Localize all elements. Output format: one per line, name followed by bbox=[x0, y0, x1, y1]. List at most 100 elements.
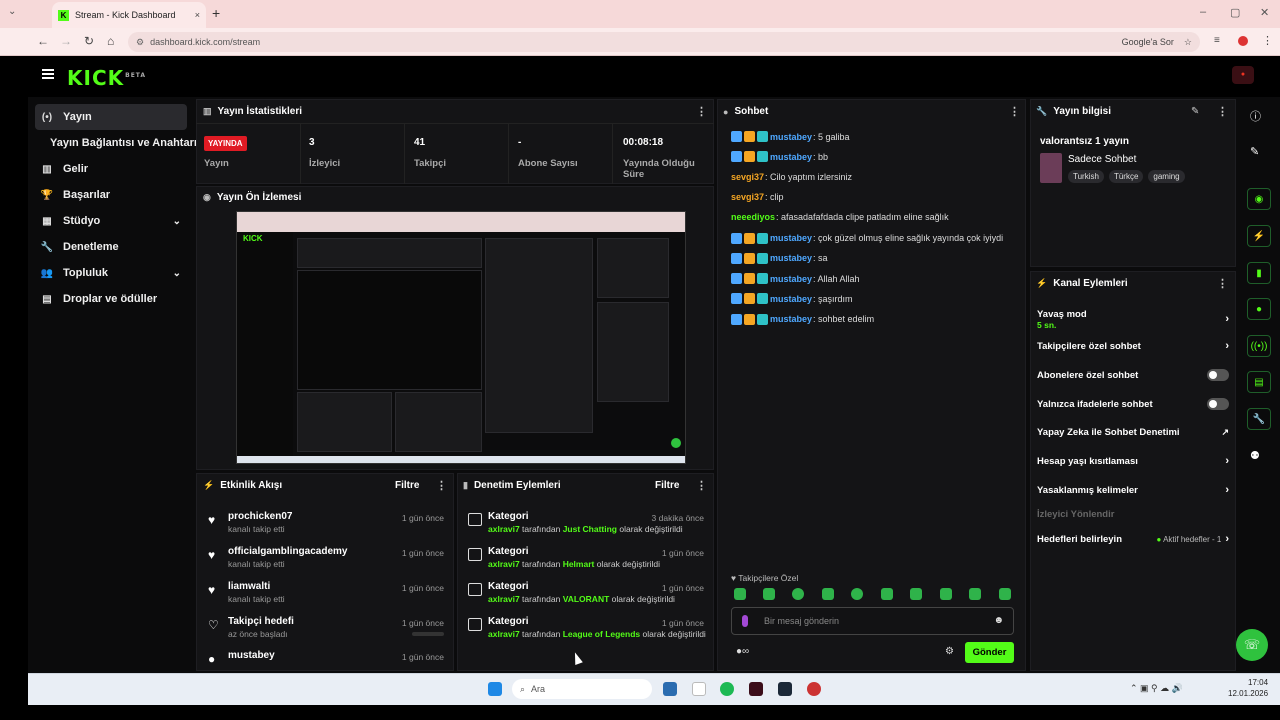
emote-icon[interactable] bbox=[734, 588, 746, 600]
close-window-button[interactable]: ✕ bbox=[1260, 6, 1269, 19]
windows-start-icon[interactable] bbox=[488, 682, 502, 696]
stats-toggle-icon[interactable]: ▤ bbox=[1247, 371, 1271, 393]
wrench-toggle-icon[interactable]: 🔧 bbox=[1247, 408, 1271, 430]
taskbar-clock[interactable]: 17:04 12.01.2026 bbox=[1228, 677, 1268, 699]
emote-icon[interactable] bbox=[940, 588, 952, 600]
emote-icon[interactable] bbox=[851, 588, 863, 600]
subs-chat-toggle[interactable] bbox=[1207, 369, 1229, 381]
chat-users-icon[interactable]: ●∞ bbox=[736, 646, 749, 657]
home-button[interactable]: ⌂ bbox=[107, 34, 114, 48]
chat-username[interactable]: mustabey bbox=[770, 152, 812, 162]
emote-icon[interactable] bbox=[881, 588, 893, 600]
stream-info-title: 🔧 Yayın bilgisi bbox=[1036, 106, 1111, 117]
chat-username[interactable]: neeediyos bbox=[731, 212, 775, 222]
kick-logo[interactable]: KICKBETA bbox=[67, 66, 146, 90]
steam-icon[interactable] bbox=[778, 682, 792, 696]
document-toggle-icon[interactable]: ▮ bbox=[1247, 262, 1271, 284]
sidebar-item-basarilar[interactable]: 🏆 Başarılar bbox=[35, 182, 187, 208]
stream-info-menu-icon[interactable]: ⋮ bbox=[1217, 105, 1228, 118]
back-button[interactable]: ← bbox=[37, 34, 49, 48]
chat-message-input[interactable]: Bir mesaj gönderin ☻ bbox=[731, 607, 1014, 635]
site-info-icon[interactable]: ⚙ bbox=[136, 37, 144, 48]
sidebar-item-droplar[interactable]: ▤ Droplar ve ödüller bbox=[35, 286, 187, 312]
sidebar-item-topluluk[interactable]: 👥 Topluluk ⌄ bbox=[35, 260, 187, 286]
chat-settings-gear-icon[interactable]: ⚙ bbox=[945, 646, 954, 657]
chat-username[interactable]: mustabey bbox=[770, 274, 812, 284]
chevron-down-icon[interactable]: ⌄ bbox=[173, 216, 181, 227]
tab-close-icon[interactable]: × bbox=[195, 10, 200, 20]
slow-mode-row[interactable]: Yavaş mod 5 sn. › bbox=[1037, 307, 1229, 331]
activity-menu-icon[interactable]: ⋮ bbox=[436, 479, 447, 492]
emoji-icon[interactable]: ☻ bbox=[993, 615, 1004, 626]
info-icon[interactable]: ⓘ bbox=[1250, 108, 1261, 124]
chat-username[interactable]: sevgi37 bbox=[731, 192, 764, 202]
profile-icon[interactable] bbox=[1238, 36, 1248, 46]
stream-preview-video[interactable]: KICK bbox=[236, 211, 686, 464]
emote-icon[interactable] bbox=[822, 588, 834, 600]
chat-username[interactable]: mustabey bbox=[770, 294, 812, 304]
chat-username[interactable]: mustabey bbox=[770, 253, 812, 263]
spotify-icon[interactable] bbox=[720, 682, 734, 696]
banned-words-row[interactable]: Yasaklanmış kelimeler › bbox=[1037, 484, 1229, 496]
chat-toggle-icon[interactable]: ● bbox=[1247, 298, 1271, 320]
url-field[interactable]: ⚙ dashboard.kick.com/stream Google'a Sor… bbox=[128, 32, 1200, 52]
extensions-icon[interactable]: ≡ bbox=[1214, 35, 1220, 46]
community-icon[interactable]: ⚉ bbox=[1250, 449, 1260, 462]
sidebar-item-gelir[interactable]: ▥ Gelir bbox=[35, 156, 187, 182]
ai-moderation-row[interactable]: Yapay Zeka ile Sohbet Denetimi ↗ bbox=[1037, 427, 1229, 438]
chat-username[interactable]: sevgi37 bbox=[731, 172, 764, 182]
emote-icon[interactable] bbox=[763, 588, 775, 600]
file-explorer-icon[interactable] bbox=[663, 682, 677, 696]
age-restriction-row[interactable]: Hesap yaşı kısıtlaması › bbox=[1037, 455, 1229, 467]
chat-menu-icon[interactable]: ⋮ bbox=[1009, 105, 1020, 118]
user-avatar[interactable]: ● bbox=[1232, 66, 1254, 84]
mod-category: Helmart bbox=[562, 559, 595, 569]
browser-icon[interactable] bbox=[807, 682, 821, 696]
browser-menu-icon[interactable]: ⋮ bbox=[1262, 34, 1273, 47]
emote-icon[interactable] bbox=[999, 588, 1011, 600]
moderation-menu-icon[interactable]: ⋮ bbox=[696, 479, 707, 492]
emote-icon[interactable] bbox=[792, 588, 804, 600]
google-ask-button[interactable]: Google'a Sor bbox=[1122, 37, 1174, 47]
new-tab-button[interactable]: + bbox=[212, 5, 220, 21]
moderation-filter-button[interactable]: Filtre bbox=[655, 480, 679, 491]
chat-username[interactable]: mustabey bbox=[770, 233, 812, 243]
sidebar-item-stream-key[interactable]: Yayın Bağlantısı ve Anahtarı bbox=[50, 137, 197, 149]
followers-chat-row[interactable]: Takipçilere özel sohbet › bbox=[1037, 340, 1229, 352]
forward-button[interactable]: → bbox=[60, 34, 72, 48]
emote-icon[interactable] bbox=[969, 588, 981, 600]
activity-filter-button[interactable]: Filtre bbox=[395, 480, 419, 491]
chat-username[interactable]: mustabey bbox=[770, 314, 812, 324]
stat-live: YAYINDA Yayın bbox=[204, 136, 247, 169]
sidebar-item-yayin[interactable]: (•) Yayın bbox=[35, 104, 187, 130]
goals-row[interactable]: Hedefleri belirleyin ● Aktif hedefler - 1… bbox=[1037, 533, 1229, 545]
raid-row[interactable]: İzleyici Yönlendir bbox=[1037, 509, 1229, 520]
send-button[interactable]: Gönder bbox=[965, 642, 1014, 663]
edit-pencil-icon[interactable]: ✎ bbox=[1250, 145, 1259, 158]
notepad-icon[interactable] bbox=[692, 682, 706, 696]
minimize-button[interactable]: – bbox=[1200, 6, 1206, 18]
stats-menu-icon[interactable]: ⋮ bbox=[696, 105, 707, 118]
taskbar-search[interactable]: ⌕ Ara bbox=[512, 679, 652, 699]
sidebar-item-denetleme[interactable]: 🔧 Denetleme bbox=[35, 234, 187, 260]
microphone-icon[interactable] bbox=[742, 615, 748, 627]
emote-chat-toggle[interactable] bbox=[1207, 398, 1229, 410]
system-tray-icons[interactable]: ⌃ ▣ ⚲ ☁ 🔊 bbox=[1130, 683, 1183, 694]
chat-username[interactable]: mustabey bbox=[770, 132, 812, 142]
emote-icon[interactable] bbox=[910, 588, 922, 600]
chevron-down-icon[interactable]: ⌄ bbox=[173, 268, 181, 279]
browser-tab[interactable]: K Stream - Kick Dashboard × bbox=[52, 2, 206, 28]
bookmark-star-icon[interactable]: ☆ bbox=[1184, 37, 1192, 48]
maximize-button[interactable]: ▢ bbox=[1230, 6, 1240, 19]
bolt-toggle-icon[interactable]: ⚡ bbox=[1247, 225, 1271, 247]
reload-button[interactable]: ↻ bbox=[84, 34, 94, 48]
broadcast-toggle-icon[interactable]: ((•)) bbox=[1247, 335, 1271, 357]
channel-actions-menu-icon[interactable]: ⋮ bbox=[1217, 277, 1228, 290]
hamburger-menu-icon[interactable] bbox=[42, 69, 54, 79]
tab-list-button[interactable]: ⌄ bbox=[8, 6, 16, 17]
preview-toggle-icon[interactable]: ◉ bbox=[1247, 188, 1271, 210]
sidebar-item-studyo[interactable]: ▦ Stüdyo ⌄ bbox=[35, 208, 187, 234]
app-icon[interactable] bbox=[749, 682, 763, 696]
edit-pencil-icon[interactable]: ✎ bbox=[1191, 106, 1199, 117]
help-headset-icon[interactable]: ☏ bbox=[1236, 629, 1268, 661]
